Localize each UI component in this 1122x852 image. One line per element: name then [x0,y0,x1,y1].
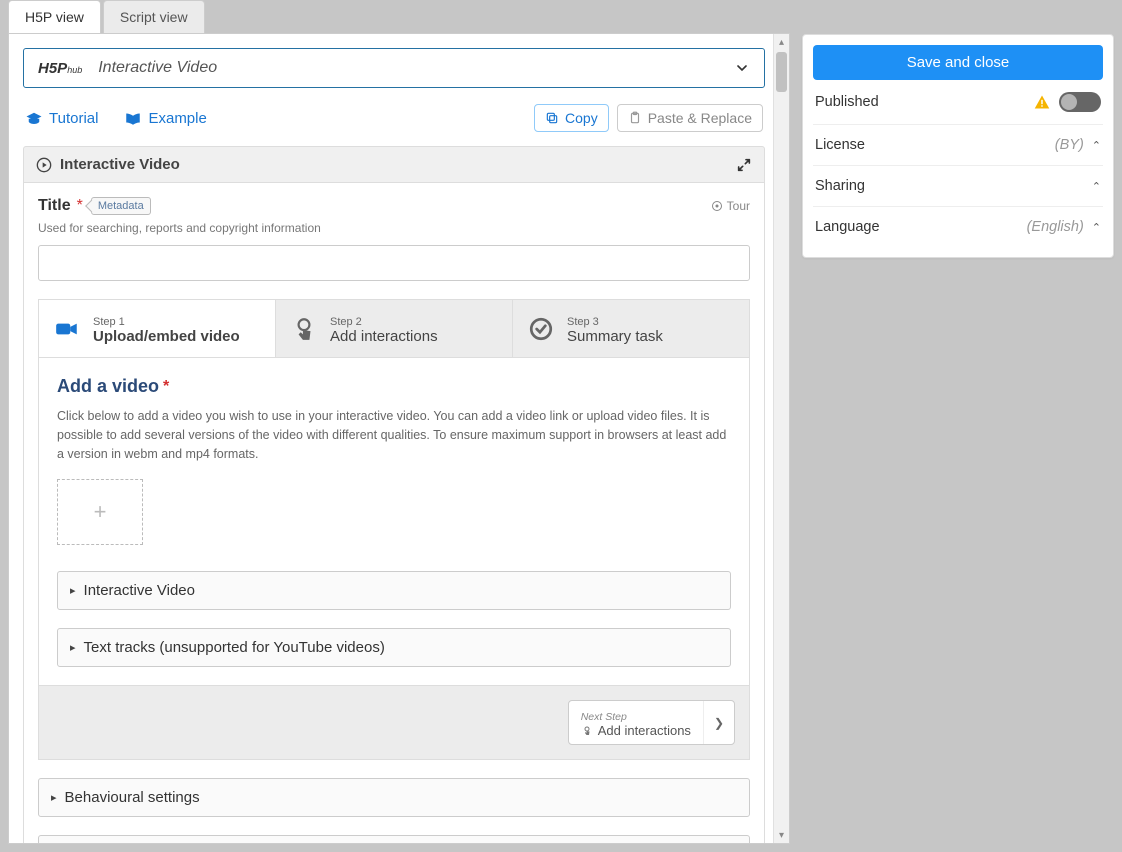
behavioural-settings-section[interactable]: ▸ Behavioural settings [38,778,750,817]
copy-icon [545,111,559,125]
play-circle-icon [36,157,52,173]
next-step-small: Next Step [581,711,627,723]
paste-label: Paste & Replace [648,110,752,126]
title-help: Used for searching, reports and copyrigh… [38,221,750,235]
example-link[interactable]: Example [124,110,206,127]
step1-label: Upload/embed video [93,328,240,345]
save-close-button[interactable]: Save and close [813,45,1103,80]
scroll-up-icon[interactable]: ▴ [774,34,789,50]
view-tabs: H5P view Script view [8,0,790,33]
step2-label: Add interactions [330,328,438,345]
chevron-up-icon: ⌃ [1092,180,1101,193]
step3-label: Summary task [567,328,663,345]
copy-button[interactable]: Copy [534,104,609,132]
chevron-right-icon: ❯ [703,701,734,744]
step1-num: Step 1 [93,316,125,328]
caret-right-icon: ▸ [70,584,76,597]
paste-replace-button[interactable]: Paste & Replace [617,104,763,132]
published-toggle[interactable] [1059,92,1101,112]
text-overrides-section[interactable]: ▸ Text overrides and translations [38,835,750,843]
content-type-name: Interactive Video [98,59,217,77]
step-tabs: Step 1 Upload/embed video Step 2 Add int… [38,299,750,358]
language-row[interactable]: Language (English) ⌃ [813,207,1103,247]
scrollbar[interactable]: ▴ ▾ [773,34,789,843]
required-asterisk: * [77,197,83,215]
step-2-tab[interactable]: Step 2 Add interactions [276,300,513,357]
tutorial-label: Tutorial [49,110,98,127]
license-value: (BY) [1055,137,1084,153]
scroll-down-icon[interactable]: ▾ [774,827,789,843]
warning-triangle-icon [1033,94,1051,110]
plus-icon: + [94,499,107,525]
add-video-button[interactable]: + [57,479,143,545]
chevron-up-icon: ⌃ [1092,221,1101,234]
add-video-description: Click below to add a video you wish to u… [57,407,731,463]
video-camera-icon [53,315,81,343]
content-type-select[interactable]: H5Phub Interactive Video [23,48,765,88]
caret-right-icon: ▸ [51,791,57,804]
step-1-tab[interactable]: Step 1 Upload/embed video [39,300,276,357]
iv-section-label: Interactive Video [84,582,195,599]
tutorial-link[interactable]: Tutorial [25,110,98,127]
book-icon [124,111,142,125]
section-header: Interactive Video [23,146,765,183]
sidebar-card: Save and close Published License (BY) ⌃ [802,34,1114,258]
caret-right-icon: ▸ [70,641,76,654]
step2-num: Step 2 [330,316,362,328]
chevron-up-icon: ⌃ [1092,139,1101,152]
next-step-label: Add interactions [598,723,691,738]
h5p-logo: H5Phub [38,60,82,77]
graduation-cap-icon [25,111,43,125]
tour-label: Tour [727,199,750,213]
published-label: Published [815,94,879,110]
scroll-thumb[interactable] [776,52,787,92]
copy-label: Copy [565,110,598,126]
chevron-down-icon [734,60,750,76]
touch-icon [290,315,318,343]
check-circle-icon [527,315,555,343]
interactive-video-section[interactable]: ▸ Interactive Video [57,571,731,610]
step-3-tab[interactable]: Step 3 Summary task [513,300,749,357]
target-icon [711,200,723,212]
touch-icon [581,725,593,737]
license-row[interactable]: License (BY) ⌃ [813,125,1103,166]
text-tracks-section[interactable]: ▸ Text tracks (unsupported for YouTube v… [57,628,731,667]
license-label: License [815,137,865,153]
sharing-row[interactable]: Sharing ⌃ [813,166,1103,207]
expand-icon[interactable] [736,157,752,173]
tt-section-label: Text tracks (unsupported for YouTube vid… [84,639,385,656]
add-video-heading: Add a video* [57,376,731,397]
editor-panel: H5Phub Interactive Video Tutorial [8,33,790,844]
section-title: Interactive Video [60,156,180,173]
metadata-button[interactable]: Metadata [91,197,151,215]
clipboard-icon [628,111,642,125]
step3-num: Step 3 [567,316,599,328]
language-value: (English) [1027,219,1084,235]
tab-h5p-view[interactable]: H5P view [8,0,101,33]
next-step-button[interactable]: Next Step Add interactions ❯ [568,700,735,745]
title-input[interactable] [38,245,750,281]
tour-button[interactable]: Tour [711,199,750,213]
published-row: Published [813,80,1103,125]
example-label: Example [148,110,206,127]
language-label: Language [815,219,880,235]
tab-script-view[interactable]: Script view [103,0,205,33]
sharing-label: Sharing [815,178,865,194]
behavioural-label: Behavioural settings [65,789,200,806]
title-label: Title [38,197,71,215]
